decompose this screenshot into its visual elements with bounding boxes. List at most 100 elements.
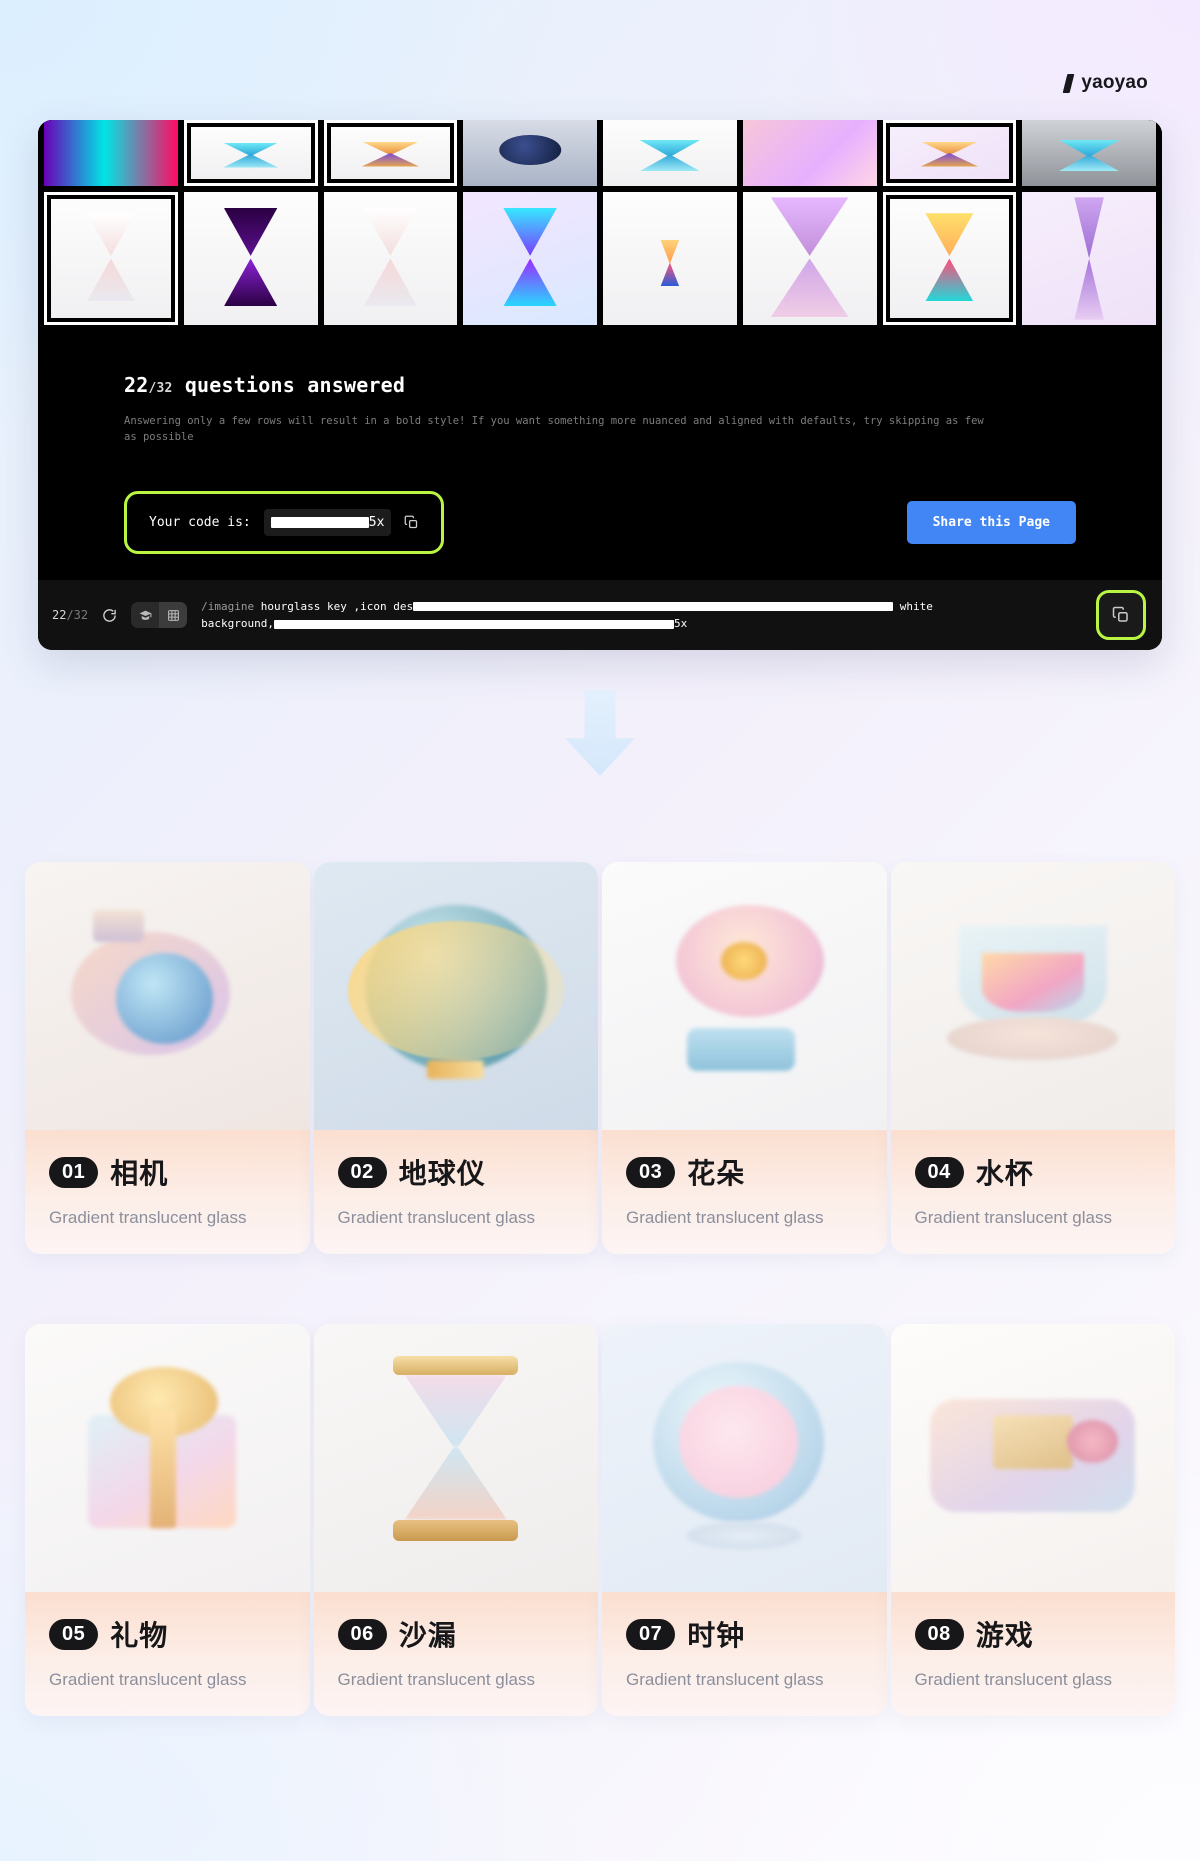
card-04[interactable]: 04 水杯 Gradient translucent glass xyxy=(890,862,1175,1254)
card-subtitle-02: Gradient translucent glass xyxy=(337,1208,536,1227)
image-mosaic xyxy=(38,120,1162,325)
prompt-line-1: /imagine hourglass key ,icon des white xyxy=(201,598,1082,615)
card-number-04: 04 xyxy=(914,1156,964,1188)
answered-count: 22 xyxy=(124,373,149,397)
card-03[interactable]: 03 花朵 Gradient translucent glass xyxy=(602,862,887,1254)
mosaic-cell-hourglass-rainbow-base[interactable] xyxy=(882,120,1017,186)
redacted-code-bar xyxy=(270,516,369,528)
card-01[interactable]: 01 相机 Gradient translucent glass xyxy=(25,862,310,1254)
card-06[interactable]: 06 沙漏 Gradient translucent glass xyxy=(313,1324,598,1716)
mosaic-cell-hourglass-cyan-small[interactable] xyxy=(603,120,737,186)
mosaic-cell-hourglass-pink-gradient[interactable] xyxy=(742,120,877,186)
grid-view-icon[interactable] xyxy=(159,602,188,628)
card-image-05 xyxy=(25,1324,310,1592)
mosaic-cell-hourglass-blur-pink[interactable] xyxy=(44,120,178,186)
card-subtitle-04: Gradient translucent glass xyxy=(914,1208,1113,1227)
prompt-redaction-1 xyxy=(413,602,894,612)
refresh-icon[interactable] xyxy=(102,608,117,623)
prompt-redaction-2 xyxy=(274,619,674,629)
card-subtitle-01: Gradient translucent glass xyxy=(49,1208,247,1227)
card-number-07: 07 xyxy=(626,1618,676,1650)
card-caption-07: 07 时钟 Gradient translucent glass xyxy=(602,1592,887,1716)
card-title-04: 水杯 xyxy=(975,1158,1034,1189)
mosaic-cell-hourglass-chrome-twist[interactable] xyxy=(742,192,877,325)
mosaic-cell-hourglass-rainbow-glass[interactable] xyxy=(882,192,1017,325)
card-subtitle-03: Gradient translucent glass xyxy=(626,1208,824,1227)
card-image-04 xyxy=(890,862,1175,1130)
code-label: Your code is: xyxy=(149,514,251,530)
card-02[interactable]: 02 地球仪 Gradient translucent glass xyxy=(313,862,598,1254)
card-caption-06: 06 沙漏 Gradient translucent glass xyxy=(313,1592,598,1716)
card-caption-05: 05 礼物 Gradient translucent glass xyxy=(25,1592,310,1716)
mosaic-cell-hourglass-tiny-orange[interactable] xyxy=(603,192,737,325)
card-number-08: 08 xyxy=(914,1618,964,1650)
view-toggle-group[interactable] xyxy=(131,602,188,628)
mosaic-cell-hourglass-pastel-swirl[interactable] xyxy=(44,192,178,325)
mosaic-cell-hourglass-pedestal-white[interactable] xyxy=(183,120,318,186)
card-subtitle-05: Gradient translucent glass xyxy=(49,1670,247,1689)
card-number-03: 03 xyxy=(626,1156,676,1188)
card-title-05: 礼物 xyxy=(110,1620,169,1651)
card-title-03: 花朵 xyxy=(687,1158,746,1189)
prompt-text[interactable]: /imagine hourglass key ,icon des white b… xyxy=(201,598,1082,632)
screenshot-panel: 22/32 questions answered Answering only … xyxy=(38,120,1162,650)
prompt-count-current: 22 xyxy=(52,608,67,622)
mosaic-row-bottom xyxy=(38,192,1162,325)
prompt-bar: 22/32 /imagine hourglass key ,icon des w… xyxy=(38,580,1162,650)
mosaic-row-top xyxy=(38,120,1162,186)
answered-denominator: /32 xyxy=(148,381,173,396)
code-box[interactable]: Your code is: 5x xyxy=(124,490,445,554)
card-image-08 xyxy=(890,1324,1175,1592)
prompt-line-2: background, 5x xyxy=(201,615,1082,632)
card-08[interactable]: 08 游戏 Gradient translucent glass xyxy=(890,1324,1175,1716)
prompt-tail-1: white xyxy=(893,599,933,613)
card-title-08: 游戏 xyxy=(975,1620,1034,1651)
card-caption-04: 04 水杯 Gradient translucent glass xyxy=(890,1130,1175,1254)
card-title-01: 相机 xyxy=(110,1158,169,1189)
card-caption-01: 01 相机 Gradient translucent glass xyxy=(25,1130,310,1254)
card-image-06 xyxy=(313,1324,598,1592)
card-title-07: 时钟 xyxy=(687,1620,746,1651)
code-value-suffix: 5x xyxy=(368,514,385,530)
prompt-tail-2: 5x xyxy=(674,617,688,630)
prompt-visible-2: background, xyxy=(201,617,274,630)
prompt-copy-button[interactable] xyxy=(1096,590,1146,640)
card-caption-03: 03 花朵 Gradient translucent glass xyxy=(602,1130,887,1254)
card-caption-08: 08 游戏 Gradient translucent glass xyxy=(890,1592,1175,1716)
card-number-01: 01 xyxy=(49,1156,99,1188)
brand-name: yaoyao xyxy=(1081,72,1148,93)
card-number-06: 06 xyxy=(337,1618,387,1650)
graduation-cap-icon[interactable] xyxy=(131,602,159,628)
card-image-03 xyxy=(602,862,887,1130)
slash-mark-icon xyxy=(1062,73,1075,93)
brand-header: yaoyao xyxy=(1062,72,1148,94)
copy-icon[interactable] xyxy=(404,515,419,530)
prompt-command: /imagine xyxy=(201,599,255,613)
product-card-grid: 01 相机 Gradient translucent glass 02 地球仪 … xyxy=(25,862,1175,1716)
card-number-05: 05 xyxy=(49,1618,99,1650)
card-image-01 xyxy=(25,862,310,1130)
card-title-06: 沙漏 xyxy=(398,1620,457,1651)
mosaic-cell-hourglass-navy-ball[interactable] xyxy=(463,120,597,186)
card-07[interactable]: 07 时钟 Gradient translucent glass xyxy=(602,1324,887,1716)
card-subtitle-06: Gradient translucent glass xyxy=(337,1670,536,1689)
answered-suffix: questions answered xyxy=(172,373,406,397)
prompt-visible-1: hourglass key ,icon des xyxy=(254,599,414,613)
card-subtitle-07: Gradient translucent glass xyxy=(626,1670,824,1689)
share-this-page-button[interactable]: Share this Page xyxy=(906,500,1076,544)
prompt-count-total: /32 xyxy=(66,608,89,622)
mosaic-cell-hourglass-milk-white[interactable] xyxy=(323,192,458,325)
down-arrow-icon xyxy=(565,690,635,776)
code-row: Your code is: 5x Share this Page xyxy=(124,490,1076,554)
card-05[interactable]: 05 礼物 Gradient translucent glass xyxy=(25,1324,310,1716)
card-title-02: 地球仪 xyxy=(398,1158,486,1189)
card-image-02 xyxy=(313,862,598,1130)
mosaic-cell-hourglass-gold-base[interactable] xyxy=(323,120,458,186)
stats-section: 22/32 questions answered Answering only … xyxy=(38,325,1162,446)
mosaic-cell-hourglass-silk-fabric[interactable] xyxy=(1022,192,1156,325)
card-image-07 xyxy=(602,1324,887,1592)
mosaic-cell-hourglass-cyber-blue[interactable] xyxy=(463,192,597,325)
mosaic-cell-hourglass-purple-neon[interactable] xyxy=(183,192,318,325)
code-value-pill[interactable]: 5x xyxy=(263,508,392,536)
mosaic-cell-hourglass-cyan-cone[interactable] xyxy=(1022,120,1156,186)
